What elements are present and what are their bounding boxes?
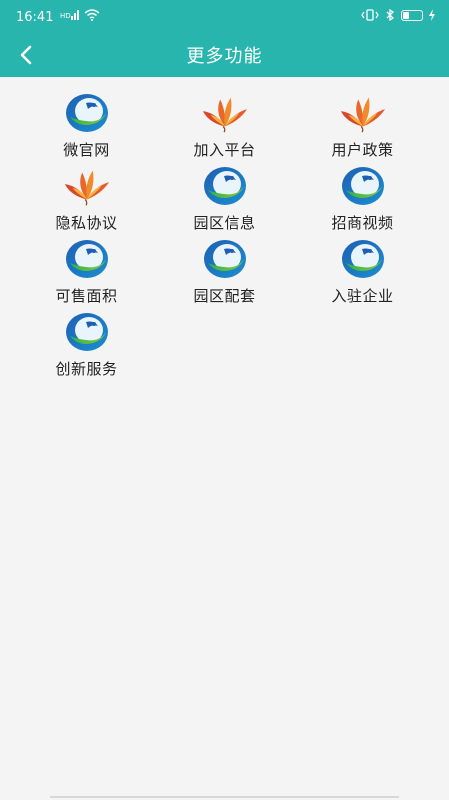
charging-icon bbox=[429, 9, 435, 21]
menu-item[interactable]: 招商视频 bbox=[294, 161, 432, 234]
menu-item-label: 园区信息 bbox=[193, 214, 256, 232]
app-header: 更多功能 bbox=[0, 34, 449, 77]
wifi-icon bbox=[84, 9, 100, 21]
menu-item-label: 可售面积 bbox=[55, 287, 118, 305]
menu-item[interactable]: 加入平台 bbox=[156, 88, 294, 161]
sim-signal-icon: HD bbox=[60, 10, 79, 20]
menu-item-label: 入驻企业 bbox=[331, 287, 394, 305]
feature-grid: 微官网 加入平台 用户政策 隐私协议 园区信息 招商视频 可售面积 园区配套 入… bbox=[0, 88, 449, 380]
top-bar: 16:41 HD 更多功能 bbox=[0, 0, 449, 77]
vibrate-icon bbox=[361, 9, 379, 21]
menu-item-label: 用户政策 bbox=[331, 141, 394, 159]
menu-item[interactable]: 园区配套 bbox=[156, 234, 294, 307]
menu-item[interactable]: 创新服务 bbox=[18, 307, 156, 380]
home-indicator bbox=[50, 796, 399, 798]
menu-item[interactable]: 园区信息 bbox=[156, 161, 294, 234]
menu-item-label: 园区配套 bbox=[193, 287, 256, 305]
menu-item[interactable]: 入驻企业 bbox=[294, 234, 432, 307]
status-time: 16:41 bbox=[16, 10, 54, 25]
menu-item[interactable]: 隐私协议 bbox=[18, 161, 156, 234]
page-title: 更多功能 bbox=[186, 46, 263, 67]
lotus-icon bbox=[201, 90, 249, 136]
lotus-icon bbox=[63, 163, 111, 209]
menu-item[interactable]: 微官网 bbox=[18, 88, 156, 161]
menu-item-label: 招商视频 bbox=[331, 214, 394, 232]
menu-item-label: 隐私协议 bbox=[55, 214, 118, 232]
menu-item[interactable]: 可售面积 bbox=[18, 234, 156, 307]
lotus-icon bbox=[339, 90, 387, 136]
menu-item-label: 微官网 bbox=[63, 141, 110, 159]
battery-icon bbox=[401, 9, 423, 21]
menu-item-label: 加入平台 bbox=[193, 141, 256, 159]
park-logo-icon bbox=[339, 163, 387, 209]
menu-item[interactable]: 用户政策 bbox=[294, 88, 432, 161]
park-logo-icon bbox=[63, 309, 111, 355]
menu-item-label: 创新服务 bbox=[55, 360, 118, 378]
park-logo-icon bbox=[63, 236, 111, 282]
svg-text:HD: HD bbox=[60, 12, 71, 20]
status-bar: 16:41 HD bbox=[0, 0, 449, 34]
park-logo-icon bbox=[63, 90, 111, 136]
park-logo-icon bbox=[201, 163, 249, 209]
park-logo-icon bbox=[339, 236, 387, 282]
status-right-icons bbox=[361, 9, 435, 21]
status-left-icons: HD bbox=[60, 9, 100, 21]
bluetooth-icon bbox=[386, 9, 395, 21]
park-logo-icon bbox=[201, 236, 249, 282]
